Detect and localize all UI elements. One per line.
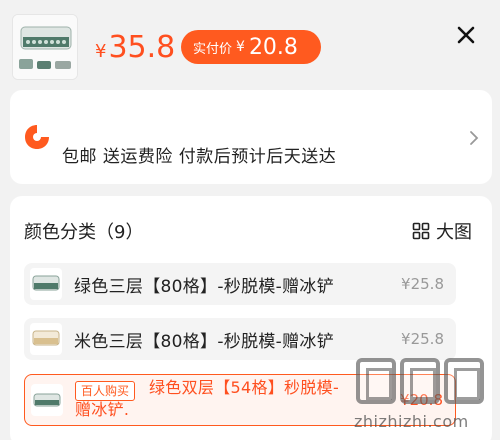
real-price-badge: 实付价 ¥ 20.8 bbox=[181, 30, 321, 64]
sku-option-1[interactable]: 绿色三层【80格】-秒脱模-赠冰铲 ¥25.8 bbox=[24, 263, 456, 305]
ice-tray-image bbox=[13, 15, 77, 79]
close-icon bbox=[457, 26, 475, 44]
original-price: ¥ 35.8 bbox=[95, 28, 175, 68]
grid-icon bbox=[412, 222, 430, 240]
sku-name: 绿色双层【54格】秒脱模- 赠冰铲. bbox=[75, 377, 375, 421]
sku-price: ¥20.8 bbox=[400, 391, 443, 409]
sku-price: ¥25.8 bbox=[401, 330, 444, 348]
popular-tag: 百人购买 bbox=[75, 381, 136, 401]
shipping-icon bbox=[24, 124, 50, 150]
sku-name: 米色三层【80格】-秒脱模-赠冰铲 bbox=[74, 332, 334, 352]
product-header: ¥ 35.8 实付价 ¥ 20.8 bbox=[0, 0, 500, 85]
sku-thumbnail bbox=[30, 323, 62, 355]
sku-thumbnail bbox=[31, 384, 63, 416]
real-price-currency: ¥ bbox=[236, 39, 245, 55]
chevron-right-icon bbox=[468, 130, 480, 146]
sku-thumbnail bbox=[30, 268, 62, 300]
currency-symbol: ¥ bbox=[95, 41, 107, 62]
sku-price: ¥25.8 bbox=[401, 275, 444, 293]
shipping-card[interactable]: 包邮 送运费险 付款后预计后天送达 bbox=[10, 90, 492, 184]
sku-option-2[interactable]: 米色三层【80格】-秒脱模-赠冰铲 ¥25.8 bbox=[24, 318, 456, 360]
close-button[interactable] bbox=[455, 24, 477, 46]
sku-name-line2: 赠冰铲. bbox=[75, 400, 130, 419]
big-image-label: 大图 bbox=[436, 222, 472, 243]
price-value: 35.8 bbox=[108, 30, 176, 65]
big-image-toggle[interactable]: 大图 bbox=[412, 218, 472, 244]
sku-name: 绿色三层【80格】-秒脱模-赠冰铲 bbox=[74, 277, 334, 297]
sku-option-3-selected[interactable]: 百人购买 绿色双层【54格】秒脱模- 赠冰铲. ¥20.8 bbox=[24, 374, 456, 426]
real-price-value: 20.8 bbox=[248, 34, 298, 60]
real-price-label: 实付价 bbox=[193, 41, 233, 57]
sku-name-line1: 绿色双层【54格】秒脱模- bbox=[149, 378, 340, 397]
product-thumbnail[interactable] bbox=[12, 14, 78, 80]
shipping-info-text: 包邮 送运费险 付款后预计后天送达 bbox=[62, 147, 337, 167]
category-title: 颜色分类（9） bbox=[24, 222, 144, 243]
sku-selection-card: 颜色分类（9） 大图 绿色三层【80格】-秒脱模-赠冰铲 ¥25.8 米色三层【… bbox=[10, 196, 492, 440]
